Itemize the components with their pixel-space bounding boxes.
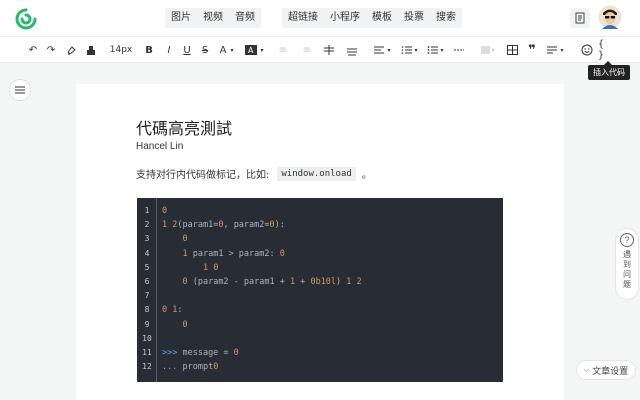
quote-icon[interactable]: ❞ bbox=[525, 41, 539, 59]
line-number: 3 bbox=[144, 234, 150, 244]
line-number: 8 bbox=[144, 305, 150, 315]
code-line[interactable]: 0 1: bbox=[162, 305, 183, 315]
line-number: 5 bbox=[144, 262, 150, 272]
line-number: 2 bbox=[144, 220, 150, 230]
clear-format-icon[interactable] bbox=[84, 41, 98, 59]
line-spacing-icon[interactable] bbox=[322, 41, 336, 59]
line-number: 1 bbox=[144, 206, 150, 215]
article-paper: 代碼高亮測試 Hancel Lin 支持对行内代码做标记，比如: window.… bbox=[76, 84, 564, 400]
insert-nav: 超链接 小程序 模板 投票 搜索 bbox=[282, 8, 462, 28]
bold-button[interactable]: B bbox=[143, 41, 155, 59]
chevron-down-icon[interactable]: ▾ bbox=[413, 41, 419, 59]
chevron-down-icon[interactable]: ▾ bbox=[259, 41, 265, 59]
background-color-icon[interactable]: A bbox=[244, 41, 258, 59]
top-bar: 图片 视频 音频 超链接 小程序 模板 投票 搜索 bbox=[0, 0, 640, 37]
align-icon[interactable] bbox=[372, 41, 386, 59]
article-paragraph[interactable]: 支持对行内代码做标记，比如: window.onload 。 bbox=[136, 166, 372, 181]
italic-button[interactable]: I bbox=[163, 41, 175, 59]
help-widget[interactable]: ? 遇 到 问 题 bbox=[615, 228, 639, 300]
help-icon: ? bbox=[620, 233, 634, 247]
divider-icon[interactable] bbox=[452, 41, 466, 59]
nav-template[interactable]: 模板 bbox=[366, 8, 398, 28]
paragraph-spacing-icon[interactable] bbox=[345, 41, 359, 59]
nav-video[interactable]: 视频 bbox=[197, 8, 229, 28]
chevron-down-icon[interactable]: ▾ bbox=[490, 41, 496, 59]
emoji-icon[interactable] bbox=[580, 41, 594, 59]
code-line[interactable]: >>> message = 0 bbox=[162, 348, 239, 358]
strikethrough-button[interactable]: S bbox=[199, 41, 211, 59]
code-line[interactable]: 0 bbox=[162, 206, 167, 216]
font-color-button[interactable]: A bbox=[218, 41, 228, 59]
code-line[interactable]: ... prompt0 bbox=[162, 362, 218, 372]
nav-hyperlink[interactable]: 超链接 bbox=[282, 8, 324, 28]
code-line[interactable]: 1 param1 > param2: 0 bbox=[162, 249, 284, 259]
svg-text:A: A bbox=[248, 46, 254, 55]
nav-image[interactable]: 图片 bbox=[165, 8, 197, 28]
table-icon[interactable] bbox=[505, 41, 519, 59]
underline-button[interactable]: U bbox=[181, 41, 193, 59]
insert-code-tooltip: 插入代码 bbox=[588, 61, 630, 80]
line-number: 4 bbox=[144, 248, 150, 258]
code-line[interactable]: 0 bbox=[162, 320, 187, 330]
code-line[interactable]: 0 bbox=[162, 234, 187, 244]
chevron-down-icon[interactable]: ▾ bbox=[439, 41, 445, 59]
chevron-down-icon[interactable]: ▾ bbox=[386, 41, 392, 59]
user-avatar[interactable] bbox=[598, 5, 622, 29]
code-block[interactable]: 1 2 3 4 5 6 7 8 9 10 11 12 01 2(param1=0, param2=0)… bbox=[137, 198, 503, 382]
align-left-icon[interactable]: ≡ bbox=[276, 41, 290, 59]
line-number: 11 bbox=[142, 348, 152, 357]
insert-code-button[interactable]: { } bbox=[598, 39, 614, 61]
chevron-down-icon[interactable]: ▾ bbox=[229, 41, 235, 59]
article-title[interactable]: 代碼高亮測試 bbox=[136, 115, 232, 139]
media-nav: 图片 视频 音频 bbox=[165, 8, 261, 28]
help-label: 遇 到 问 题 bbox=[623, 250, 631, 289]
format-toolbar: ↶ ↷ 14px B I U S A ▾ A ▾ ≡ ≡ ▾ ▾ ▾ ▾ ❞ ▾… bbox=[0, 37, 640, 80]
line-number: 6 bbox=[144, 277, 150, 286]
code-line[interactable]: 1 2(param1=0, param2=0): bbox=[162, 220, 285, 230]
nav-vote[interactable]: 投票 bbox=[398, 8, 430, 28]
document-icon[interactable] bbox=[570, 8, 590, 28]
unordered-list-icon[interactable] bbox=[426, 41, 440, 59]
line-number: 12 bbox=[142, 362, 152, 372]
line-number: 7 bbox=[144, 291, 150, 301]
code-line[interactable]: 1 0 bbox=[162, 263, 218, 273]
article-settings-label: 文章设置 bbox=[592, 366, 629, 377]
chevron-down-icon[interactable]: ▾ bbox=[559, 41, 565, 59]
undo-icon[interactable]: ↶ bbox=[26, 41, 40, 59]
line-number: 10 bbox=[142, 333, 152, 343]
inline-code: window.onload bbox=[277, 166, 356, 181]
text-list-icon[interactable] bbox=[545, 41, 559, 59]
article-author[interactable]: Hancel Lin bbox=[136, 141, 183, 152]
nav-mini-program[interactable]: 小程序 bbox=[324, 8, 366, 28]
outline-button[interactable] bbox=[9, 79, 31, 101]
article-settings-button[interactable]: ⌵ 文章设置 bbox=[576, 360, 636, 380]
paragraph-text: 支持对行内代码做标记，比如: bbox=[136, 170, 270, 181]
indent-icon[interactable]: ≡ bbox=[300, 41, 314, 59]
menu-icon bbox=[15, 86, 25, 94]
paragraph-suffix: 。 bbox=[361, 170, 372, 181]
chevron-down-icon: ⌵ bbox=[583, 365, 590, 374]
font-size-select[interactable]: 14px bbox=[110, 41, 133, 59]
redo-icon[interactable]: ↷ bbox=[44, 41, 58, 59]
nav-audio[interactable]: 音频 bbox=[229, 8, 261, 28]
line-number: 9 bbox=[144, 319, 150, 329]
ordered-list-icon[interactable] bbox=[400, 41, 414, 59]
format-painter-icon[interactable] bbox=[64, 41, 78, 59]
app-logo[interactable] bbox=[14, 7, 38, 31]
nav-search[interactable]: 搜索 bbox=[430, 8, 462, 28]
code-line[interactable]: 0 (param2 - param1 + 1 + 0b10l) 1 2 bbox=[162, 277, 361, 287]
